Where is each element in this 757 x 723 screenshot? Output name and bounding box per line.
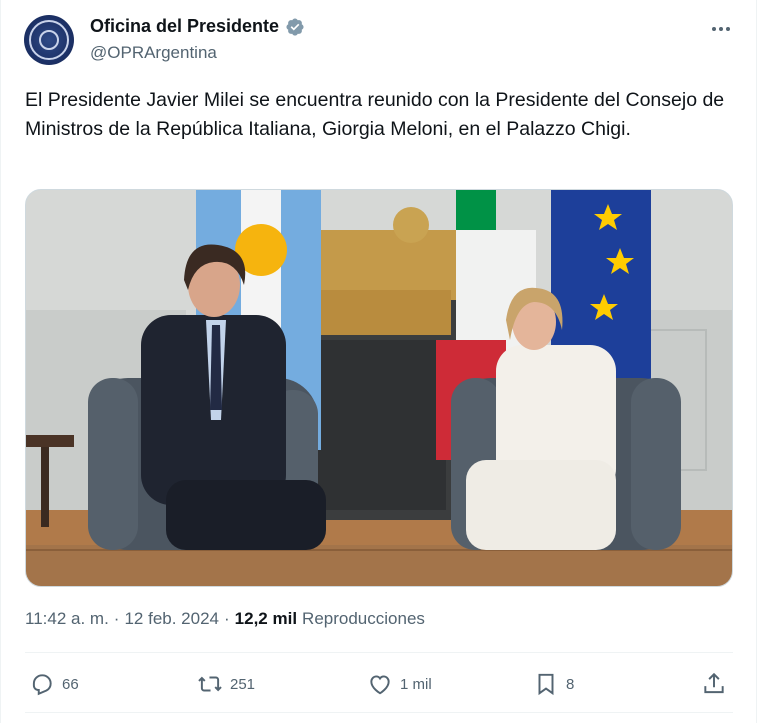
repost-count: 251 xyxy=(230,675,256,693)
presidential-seal-icon xyxy=(29,20,69,60)
tweet-metadata: 11:42 a. m. · 12 feb. 2024 · 12,2 mil Re… xyxy=(25,609,425,629)
author-name-row: Oficina del Presidente xyxy=(90,16,305,37)
meeting-photo xyxy=(26,190,732,586)
bookmark-count: 8 xyxy=(566,675,575,693)
repost-icon xyxy=(198,676,222,692)
tweet-photo[interactable] xyxy=(25,189,733,587)
tweet-date[interactable]: 12 feb. 2024 xyxy=(124,609,219,629)
share-icon xyxy=(704,672,724,694)
reply-button[interactable]: 66 xyxy=(29,665,79,703)
divider xyxy=(25,652,733,653)
share-button[interactable] xyxy=(701,665,727,703)
heart-icon xyxy=(370,675,390,695)
bookmark-button[interactable]: 8 xyxy=(533,665,574,703)
reply-count: 66 xyxy=(62,675,79,693)
author-display-name[interactable]: Oficina del Presidente xyxy=(90,16,279,37)
tweet-card: Oficina del Presidente @OPRArgentina El … xyxy=(0,0,757,723)
meta-separator: · xyxy=(113,609,120,628)
more-options-icon[interactable] xyxy=(707,17,735,41)
author-handle[interactable]: @OPRArgentina xyxy=(90,43,217,63)
bookmark-icon xyxy=(538,673,554,696)
tweet-text: El Presidente Javier Milei se encuentra … xyxy=(25,89,725,140)
author-avatar[interactable] xyxy=(24,15,74,65)
action-bar: 66 251 1 mil 8 xyxy=(25,665,733,703)
views-label: Reproducciones xyxy=(302,609,425,628)
like-count: 1 mil xyxy=(400,675,432,693)
views-count: 12,2 mil xyxy=(234,609,298,628)
verified-badge-icon xyxy=(286,17,304,36)
like-button[interactable]: 1 mil xyxy=(367,665,432,703)
tweet-time[interactable]: 11:42 a. m. xyxy=(25,609,109,629)
reply-icon xyxy=(32,674,52,696)
divider xyxy=(25,712,733,713)
meta-separator: · xyxy=(224,609,230,628)
repost-button[interactable]: 251 xyxy=(197,665,255,703)
